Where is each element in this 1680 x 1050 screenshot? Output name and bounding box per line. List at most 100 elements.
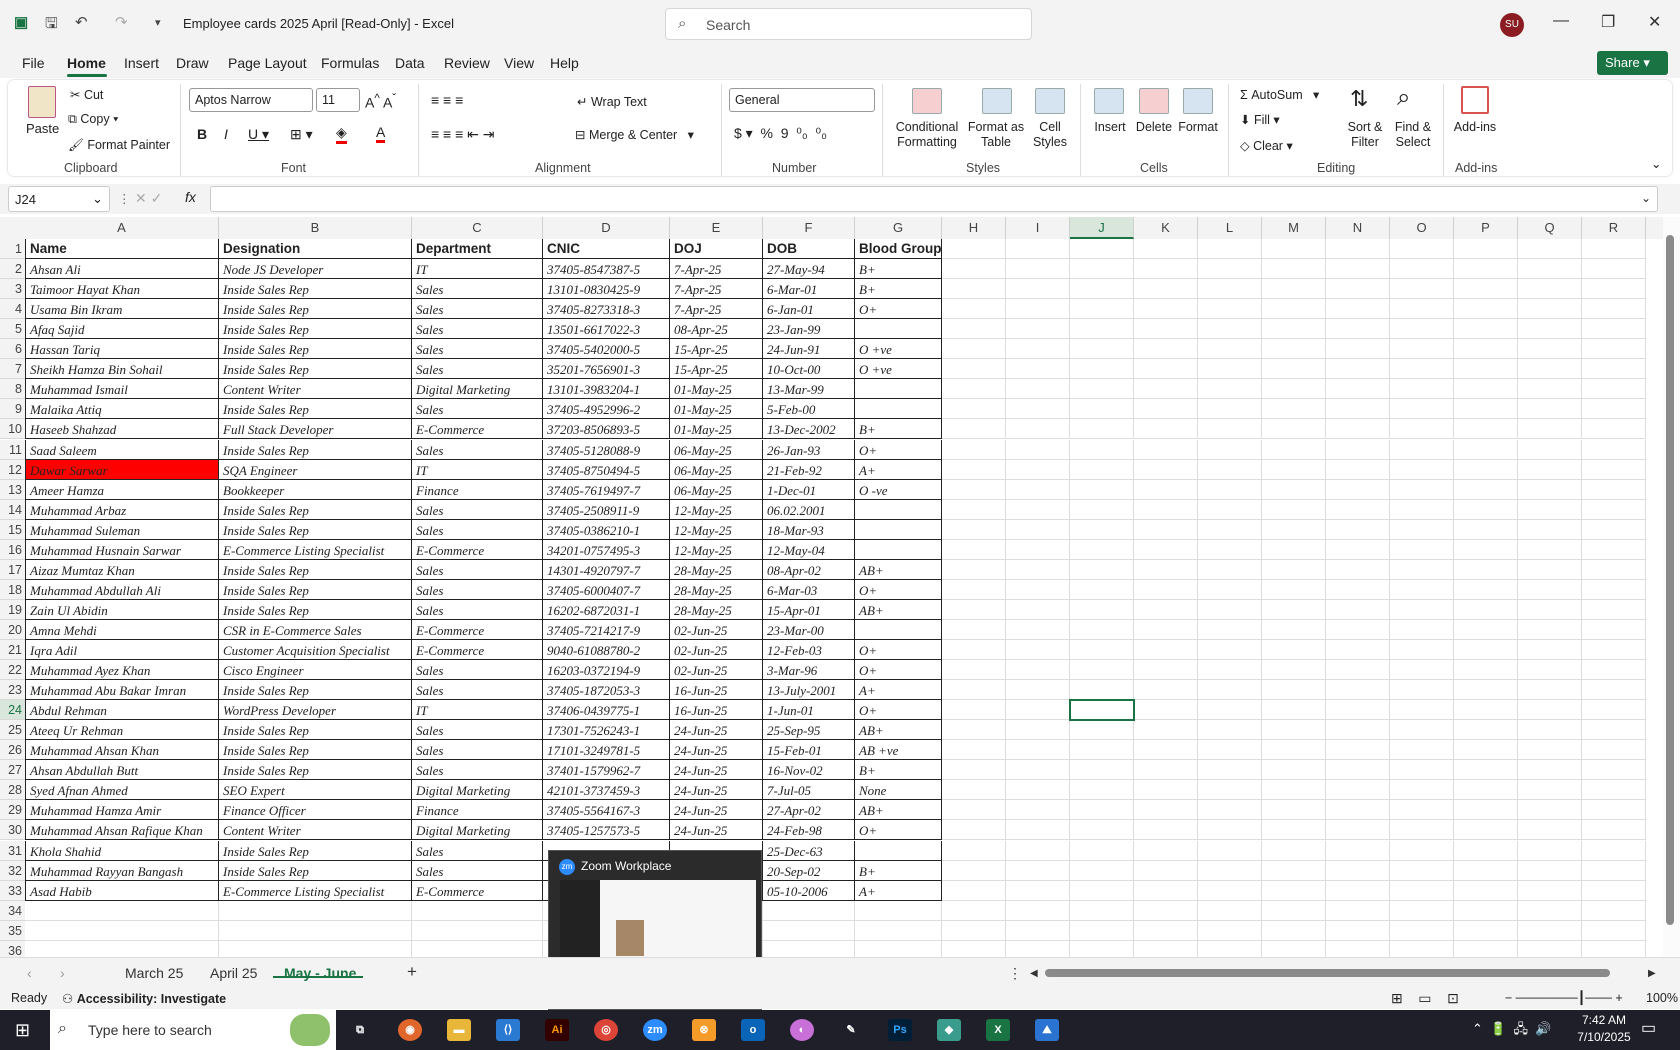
cell-styles-button[interactable]: Cell Styles bbox=[1025, 120, 1075, 150]
cell[interactable] bbox=[1454, 439, 1518, 460]
table-cell[interactable]: IT bbox=[412, 459, 543, 480]
cell[interactable] bbox=[1134, 880, 1198, 901]
table-cell[interactable]: 24-Jun-91 bbox=[763, 339, 855, 360]
cell[interactable] bbox=[1454, 539, 1518, 560]
cell[interactable] bbox=[1518, 760, 1582, 781]
cell[interactable] bbox=[1070, 259, 1134, 280]
row-header[interactable]: 20 bbox=[0, 619, 25, 640]
vertical-scroll-thumb[interactable] bbox=[1666, 235, 1674, 925]
table-cell[interactable]: 25-Dec-63 bbox=[763, 840, 855, 861]
cell[interactable] bbox=[1262, 640, 1326, 661]
cell[interactable] bbox=[942, 299, 1006, 320]
row-header[interactable]: 3 bbox=[0, 279, 25, 300]
table-cell[interactable]: Sales bbox=[412, 860, 543, 881]
column-header-a[interactable]: A bbox=[25, 217, 219, 239]
cell[interactable] bbox=[1582, 279, 1646, 300]
table-cell[interactable] bbox=[855, 539, 942, 560]
cell[interactable] bbox=[1262, 359, 1326, 380]
table-cell[interactable]: 21-Feb-92 bbox=[763, 459, 855, 480]
table-cell[interactable]: Sales bbox=[412, 399, 543, 420]
table-cell[interactable] bbox=[855, 499, 942, 520]
cell[interactable] bbox=[1134, 720, 1198, 741]
table-header-cell[interactable]: Designation bbox=[219, 239, 412, 260]
cell[interactable] bbox=[1582, 239, 1646, 260]
cell[interactable] bbox=[1262, 800, 1326, 821]
cell[interactable] bbox=[1198, 419, 1262, 440]
table-cell[interactable]: Customer Acquisition Specialist bbox=[219, 640, 412, 661]
prev-sheet-icon[interactable]: ‹ bbox=[27, 965, 32, 981]
cell[interactable] bbox=[25, 920, 219, 941]
cell[interactable] bbox=[1390, 880, 1454, 901]
cell[interactable] bbox=[1582, 479, 1646, 500]
insert-cells-button[interactable]: Insert bbox=[1088, 120, 1132, 135]
cell[interactable] bbox=[1262, 880, 1326, 901]
cell[interactable] bbox=[942, 800, 1006, 821]
cell[interactable] bbox=[1262, 780, 1326, 801]
table-cell[interactable]: 35201-7656901-3 bbox=[543, 359, 670, 380]
font-size-select[interactable]: 11 bbox=[316, 88, 360, 112]
cell[interactable] bbox=[1582, 740, 1646, 761]
cell[interactable] bbox=[1326, 439, 1390, 460]
cell[interactable] bbox=[1326, 900, 1390, 921]
table-cell[interactable]: 37405-1872053-3 bbox=[543, 680, 670, 701]
table-cell[interactable]: 16-Jun-25 bbox=[670, 680, 763, 701]
cell[interactable] bbox=[1070, 619, 1134, 640]
next-sheet-icon[interactable]: › bbox=[60, 965, 65, 981]
table-cell[interactable]: 37401-1579962-7 bbox=[543, 760, 670, 781]
cell[interactable] bbox=[1198, 299, 1262, 320]
cell[interactable] bbox=[1390, 760, 1454, 781]
cell[interactable] bbox=[1582, 599, 1646, 620]
table-cell[interactable]: 08-Apr-25 bbox=[670, 319, 763, 340]
cell[interactable] bbox=[1390, 239, 1454, 260]
table-cell[interactable]: Abdul Rehman bbox=[25, 700, 219, 721]
save-icon[interactable]: 🖫 bbox=[45, 13, 58, 38]
row-header[interactable]: 32 bbox=[0, 860, 25, 881]
table-cell[interactable]: Sales bbox=[412, 840, 543, 861]
column-header-k[interactable]: K bbox=[1134, 217, 1198, 239]
table-cell[interactable]: Hassan Tariq bbox=[25, 339, 219, 360]
cell[interactable] bbox=[1070, 940, 1134, 957]
cell[interactable] bbox=[1518, 359, 1582, 380]
tab-formulas[interactable]: Formulas bbox=[321, 55, 379, 71]
cell[interactable] bbox=[1454, 840, 1518, 861]
table-cell[interactable]: 27-Apr-02 bbox=[763, 800, 855, 821]
cell[interactable] bbox=[1454, 479, 1518, 500]
table-cell[interactable]: 24-Feb-98 bbox=[763, 820, 855, 841]
cell[interactable] bbox=[1070, 299, 1134, 320]
find-select-button[interactable]: Find & Select bbox=[1388, 120, 1438, 150]
table-cell[interactable] bbox=[855, 319, 942, 340]
table-cell[interactable]: Inside Sales Rep bbox=[219, 439, 412, 460]
table-cell[interactable]: 37405-1257573-5 bbox=[543, 820, 670, 841]
cell[interactable] bbox=[1006, 579, 1070, 600]
cell[interactable] bbox=[1326, 399, 1390, 420]
cell[interactable] bbox=[1518, 239, 1582, 260]
restore-icon[interactable]: ❐ bbox=[1601, 12, 1615, 32]
table-cell[interactable]: 15-Apr-25 bbox=[670, 359, 763, 380]
table-cell[interactable]: IT bbox=[412, 259, 543, 280]
cell[interactable] bbox=[1582, 619, 1646, 640]
cell[interactable] bbox=[1326, 339, 1390, 360]
cell[interactable] bbox=[1134, 419, 1198, 440]
cell[interactable] bbox=[1198, 359, 1262, 380]
table-cell[interactable]: Muhammad Ayez Khan bbox=[25, 660, 219, 681]
table-cell[interactable]: 01-May-25 bbox=[670, 399, 763, 420]
cell[interactable] bbox=[942, 559, 1006, 580]
table-cell[interactable]: 06-May-25 bbox=[670, 439, 763, 460]
table-cell[interactable]: 7-Jul-05 bbox=[763, 780, 855, 801]
table-cell[interactable] bbox=[855, 379, 942, 400]
cell[interactable] bbox=[1326, 840, 1390, 861]
cell[interactable] bbox=[1198, 559, 1262, 580]
cell[interactable] bbox=[1582, 419, 1646, 440]
name-box[interactable]: J24 ⌄ bbox=[8, 186, 110, 212]
column-header-d[interactable]: D bbox=[543, 217, 670, 239]
cell[interactable] bbox=[1518, 539, 1582, 560]
cell[interactable] bbox=[1006, 640, 1070, 661]
table-cell[interactable]: 12-May-25 bbox=[670, 539, 763, 560]
table-cell[interactable]: O+ bbox=[855, 299, 942, 320]
table-cell[interactable]: 5-Feb-00 bbox=[763, 399, 855, 420]
cell[interactable] bbox=[1006, 559, 1070, 580]
cell[interactable] bbox=[1006, 299, 1070, 320]
row-header[interactable]: 14 bbox=[0, 499, 25, 520]
row-header[interactable]: 19 bbox=[0, 599, 25, 620]
cell[interactable] bbox=[1134, 239, 1198, 260]
